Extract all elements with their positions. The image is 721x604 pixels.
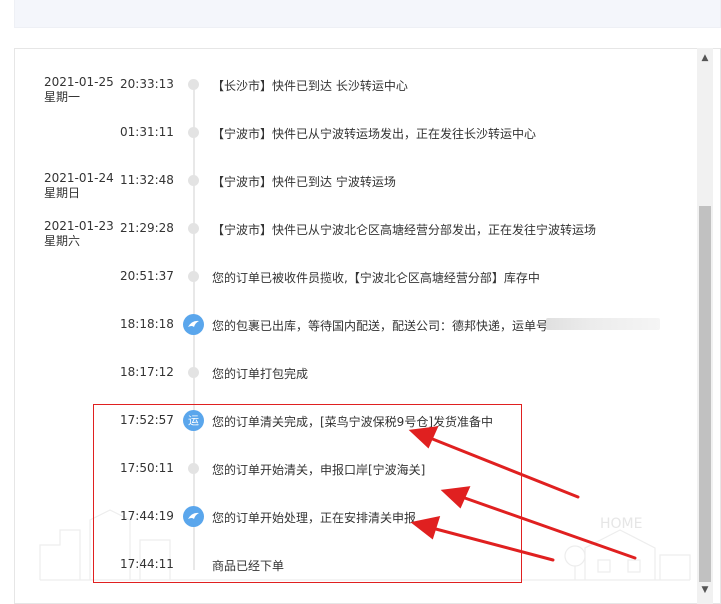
annotation-arrow [460,495,637,560]
scroll-down-icon[interactable]: ▼ [697,584,713,596]
annotation-arrow [428,436,580,499]
arrow-head-icon [410,516,441,540]
vertical-scrollbar[interactable]: ▲ ▼ [697,48,713,604]
scroll-up-icon[interactable]: ▲ [697,52,713,64]
arrow-head-icon [408,426,439,449]
scroll-thumb[interactable] [699,206,711,582]
arrow-head-icon [440,486,471,509]
annotation-arrow [430,526,555,562]
annotation-arrows [408,426,637,562]
